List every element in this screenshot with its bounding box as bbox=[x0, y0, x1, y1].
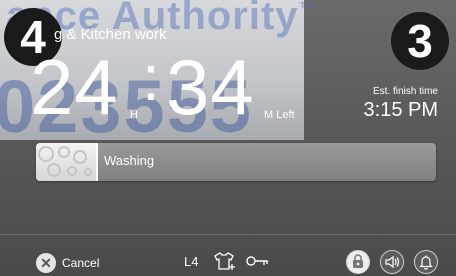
child-lock-icon bbox=[353, 254, 363, 268]
finish-time-label: Est. finish time bbox=[372, 86, 438, 97]
progress-fill bbox=[36, 143, 98, 181]
shirt-plus-icon[interactable] bbox=[212, 251, 236, 276]
minutes-remaining: 34 bbox=[166, 43, 255, 131]
finish-time-value: 3:15 PM bbox=[363, 99, 438, 121]
appliance-screen: ance Authority™ 023555 4 3 g & Kitchen w… bbox=[0, 0, 456, 276]
key-icon[interactable] bbox=[246, 254, 270, 273]
cancel-button[interactable]: ✕ Cancel bbox=[36, 252, 99, 274]
bell-icon bbox=[419, 255, 433, 270]
bubbles-icon bbox=[38, 146, 92, 177]
sound-icon bbox=[385, 255, 400, 269]
hours-remaining: 24 bbox=[30, 43, 119, 131]
progress-label: Washing bbox=[104, 153, 155, 168]
program-name: g & Kitchen work bbox=[54, 26, 167, 43]
cancel-label: Cancel bbox=[62, 256, 100, 270]
hours-unit: H bbox=[130, 109, 138, 121]
minutes-unit: M Left bbox=[264, 109, 295, 121]
bottom-divider bbox=[0, 234, 456, 235]
corner-badge-right: 3 bbox=[391, 12, 449, 70]
child-lock-button[interactable] bbox=[346, 250, 370, 274]
close-circle-icon: ✕ bbox=[36, 253, 56, 273]
sound-button[interactable] bbox=[380, 250, 404, 274]
time-separator: : bbox=[142, 42, 160, 114]
cycle-progress-bar: Washing bbox=[36, 143, 436, 181]
bell-button[interactable] bbox=[414, 250, 438, 274]
level-indicator: L4 bbox=[184, 254, 199, 269]
